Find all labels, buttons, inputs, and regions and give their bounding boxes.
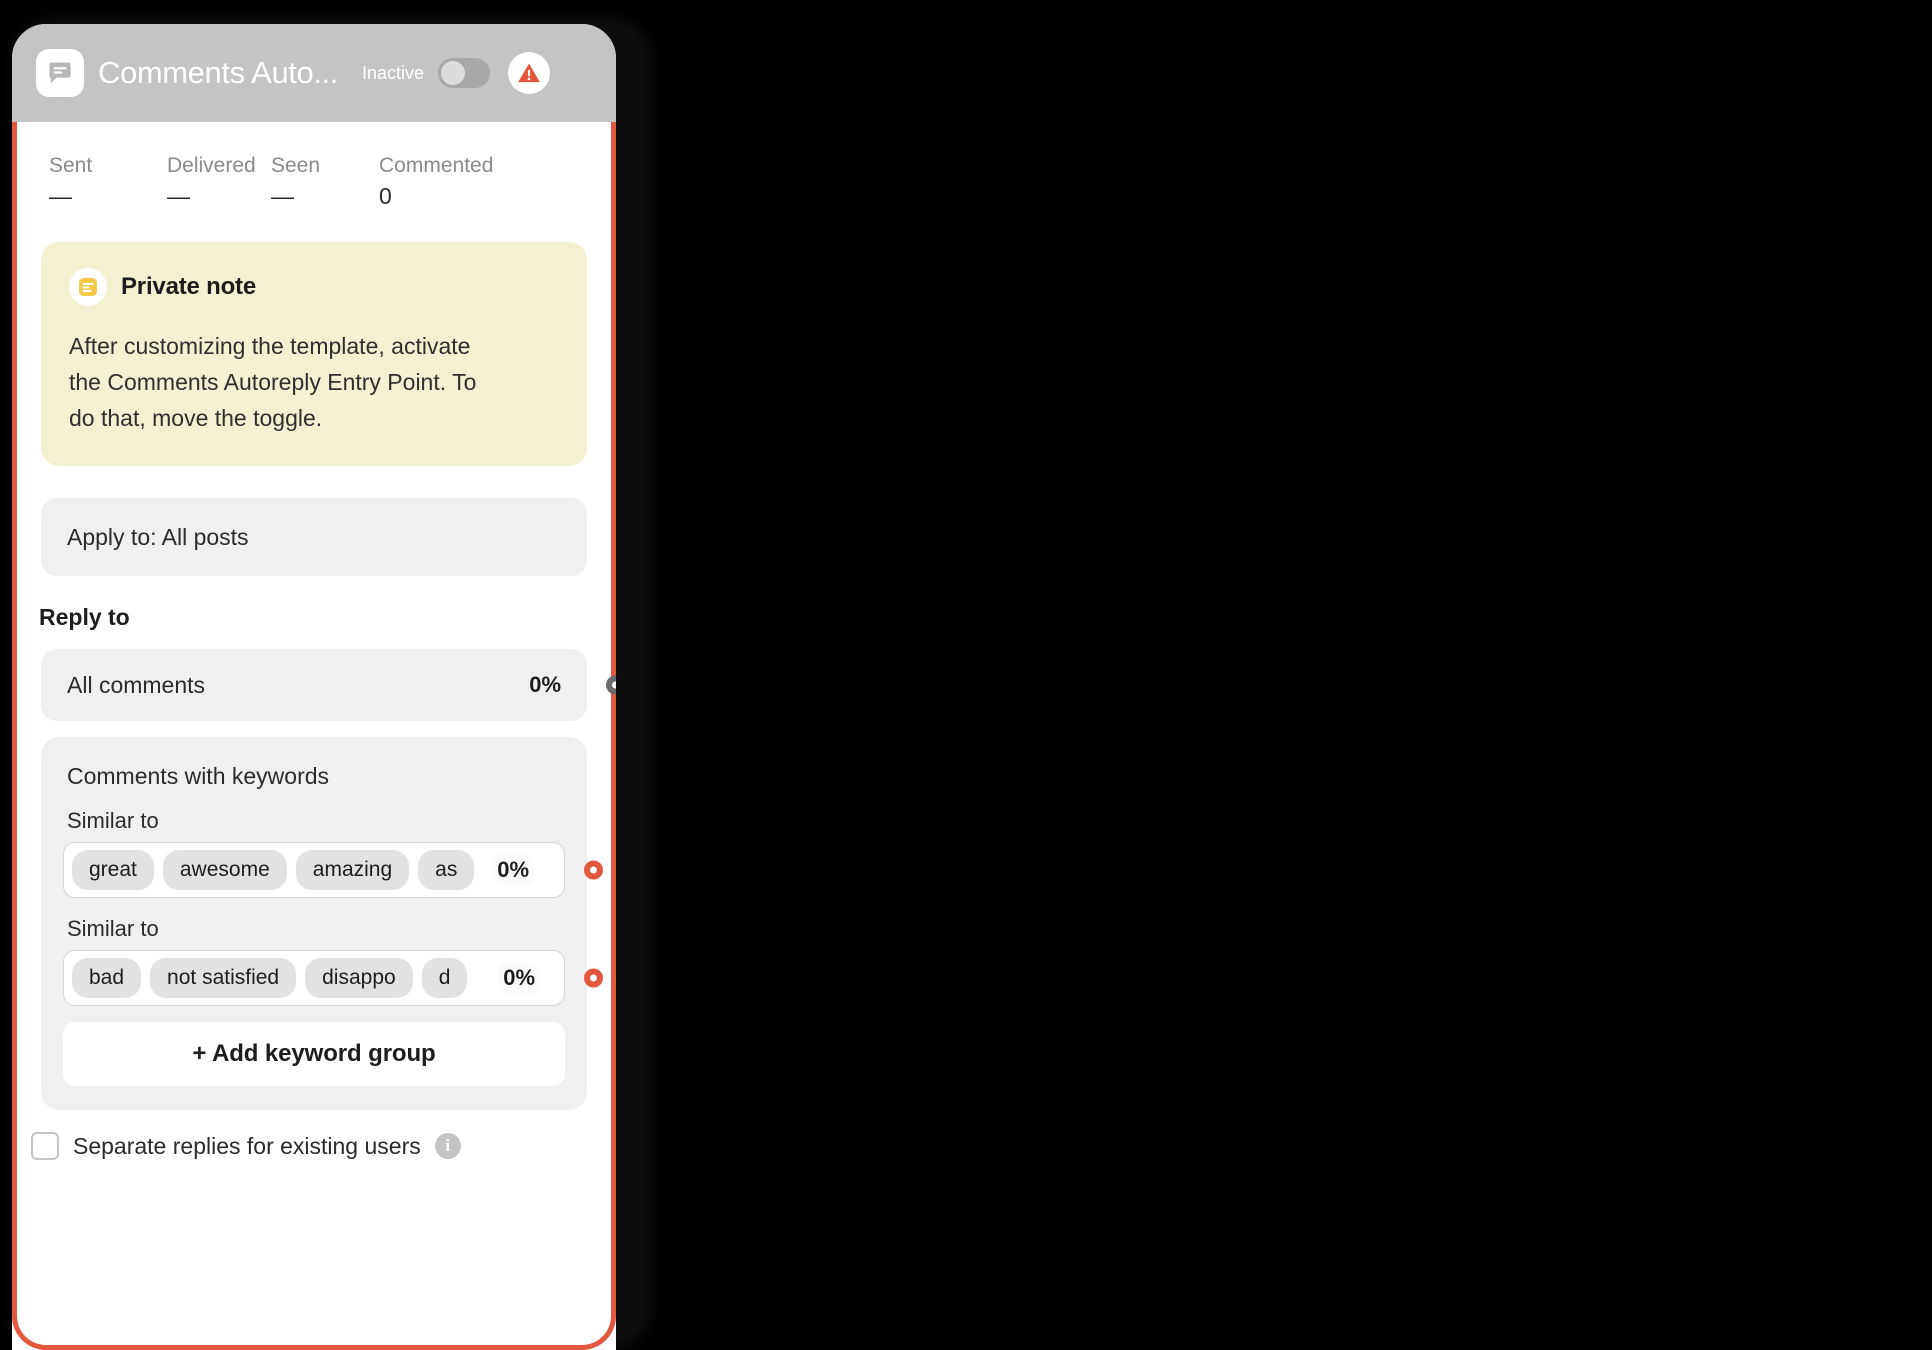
all-comments-label: All comments [67,671,206,698]
automation-card: Comments Auto... Inactive Sent — Deliver… [12,24,616,1350]
stat-value: — [271,183,294,209]
page-title: Comments Auto... [98,55,338,90]
keyword-tag[interactable]: disappo [305,958,413,998]
note-lines-icon [69,268,107,306]
keyword-group-1-output-port[interactable] [584,860,603,880]
keyword-tag[interactable]: great [72,850,154,890]
card-body: Sent — Delivered — Seen — Commented 0 Pr… [12,122,616,1350]
stat-value: 0 [379,183,392,209]
private-note-header: Private note [69,268,559,306]
all-comments-output-port[interactable] [606,675,616,695]
stat-label: Delivered [167,154,256,177]
add-keyword-group-button[interactable]: + Add keyword group [63,1022,565,1086]
similar-to-label: Similar to [67,916,159,941]
info-icon[interactable]: i [434,1133,461,1159]
keyword-group-percent: 0% [498,962,540,994]
keyword-group-2: bad not satisfied disappo d 0% [63,950,603,1006]
status-badge: Inactive [361,62,425,83]
separate-replies-label: Separate replies for existing users [73,1132,421,1159]
similar-to-label: Similar to [67,808,159,833]
stat-commented: Commented 0 [379,152,493,212]
stat-value: — [49,183,72,209]
stat-label: Commented [379,154,494,177]
keyword-tag[interactable]: not satisfied [150,958,297,998]
keyword-tag[interactable]: d [421,958,468,998]
keyword-group-percent: 0% [492,854,534,886]
stat-seen: Seen — [271,152,379,212]
keyword-input-1[interactable]: great awesome amazing as 0% [63,842,565,898]
keyword-group-2-output-port[interactable] [584,968,603,988]
stat-label: Sent [49,154,93,177]
toggle-knob [441,61,466,85]
private-note-title: Private note [121,273,256,300]
all-comments-percent: 0% [529,672,561,697]
apply-to-selector[interactable]: Apply to: All posts [41,498,587,576]
private-note-card: Private note After customizing the templ… [41,242,587,466]
keyword-tag[interactable]: as [418,850,475,890]
private-note-body: After customizing the template, activate… [69,333,477,431]
apply-to-label: Apply to: All posts [67,523,249,550]
stat-sent: Sent — [49,152,167,212]
screen-root: Comments Auto... Inactive Sent — Deliver… [0,0,1932,1350]
keyword-tag[interactable]: amazing [295,850,410,890]
warning-triangle-icon[interactable] [508,52,551,94]
stats-row: Sent — Delivered — Seen — Commented 0 [41,122,587,212]
separate-replies-row: Separate replies for existing users i [31,1132,587,1160]
keyword-group-panel: Comments with keywords Similar to great … [41,737,603,1110]
all-comments-row[interactable]: All comments 0% [41,649,587,721]
reply-to-heading: Reply to [39,604,130,630]
keyword-tag[interactable]: bad [72,958,142,998]
card-header: Comments Auto... Inactive [12,24,616,122]
separate-replies-checkbox[interactable] [31,1132,59,1160]
stat-value: — [167,183,190,209]
all-comments-container: All comments 0% [41,649,616,721]
keyword-group-1: great awesome amazing as 0% [63,842,603,898]
activation-toggle[interactable] [438,58,491,88]
keyword-panel-title: Comments with keywords [67,763,330,789]
comment-bubble-icon [36,49,84,97]
stat-label: Seen [271,154,321,177]
keyword-input-2[interactable]: bad not satisfied disappo d 0% [63,950,565,1006]
keyword-tag[interactable]: awesome [162,850,287,890]
stat-delivered: Delivered — [167,152,271,212]
